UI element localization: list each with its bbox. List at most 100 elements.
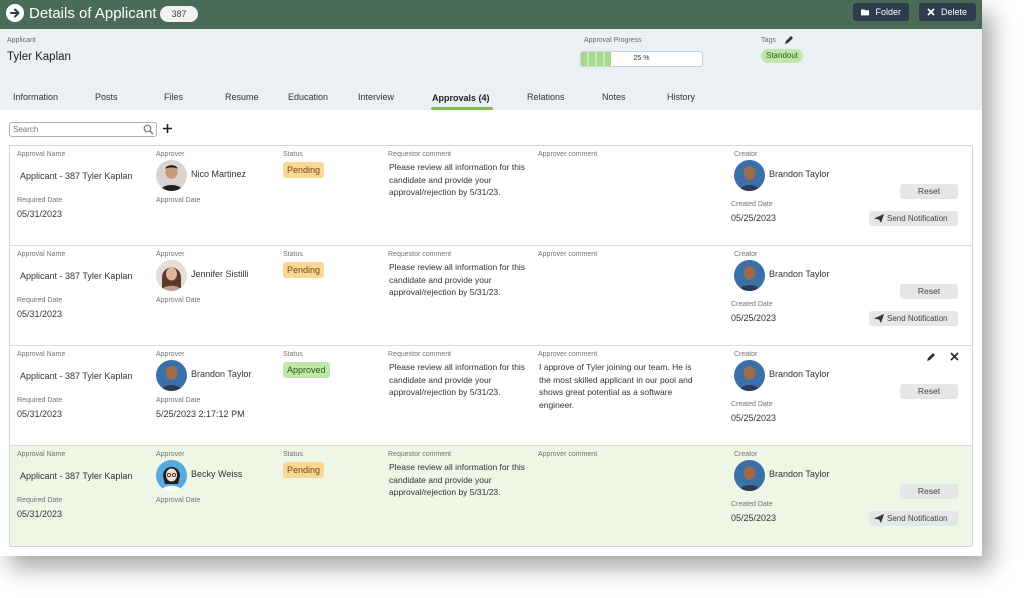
back-arrow-icon[interactable] — [6, 4, 24, 22]
created-date: 05/25/2023 — [731, 513, 777, 523]
approver-label: Approver — [156, 451, 185, 458]
delete-button-label: Delete — [941, 7, 968, 17]
progress-value: 25 % — [633, 55, 650, 62]
tab-relations[interactable]: Relations — [527, 92, 565, 102]
approval-progress-bar: 25 % — [580, 51, 703, 67]
send-notification-label: Send Notification — [887, 314, 948, 323]
avatar — [156, 160, 187, 191]
status-badge: Pending — [283, 462, 325, 478]
applicant-header: Applicant Tyler Kaplan Approval Progress… — [0, 29, 982, 110]
send-notification-button[interactable]: Send Notification — [869, 511, 958, 526]
status-label: Status — [283, 351, 303, 358]
send-notification-label: Send Notification — [887, 514, 948, 523]
approver-comment-label: Approver comment — [538, 151, 598, 158]
status-badge: Approved — [283, 362, 330, 378]
tab-education[interactable]: Education — [288, 92, 328, 102]
approver-comment-label: Approver comment — [538, 251, 598, 258]
requestor-comment: Please review all information for this c… — [389, 462, 526, 497]
pencil-icon[interactable] — [783, 34, 795, 46]
search-icon[interactable] — [143, 124, 154, 135]
tab-interview[interactable]: Interview — [358, 92, 394, 102]
tab-history[interactable]: History — [667, 92, 695, 102]
approval-date-label: Approval Date — [156, 397, 201, 404]
approval-date: 5/25/2023 2:17:12 PM — [156, 409, 245, 419]
creator-label: Creator — [734, 351, 758, 358]
approval-progress-label: Approval Progress — [584, 37, 642, 44]
paper-plane-icon — [874, 314, 884, 323]
creator-name: Brandon Taylor — [769, 369, 830, 379]
folder-button[interactable]: Folder — [853, 3, 909, 21]
approval-date-label: Approval Date — [156, 297, 201, 304]
creator-name: Brandon Taylor — [769, 269, 830, 279]
approver-name: Nico Martinez — [191, 169, 247, 179]
requestor-comment: Please review all information for this c… — [389, 262, 526, 297]
active-tab-indicator — [431, 107, 493, 110]
creator-name: Brandon Taylor — [769, 469, 830, 479]
close-icon — [927, 8, 935, 16]
reset-button[interactable]: Reset — [900, 384, 958, 399]
required-date: 05/31/2023 — [17, 209, 63, 219]
search-input[interactable] — [9, 122, 157, 137]
pencil-icon[interactable] — [926, 351, 937, 362]
avatar — [734, 460, 765, 491]
approval-card: Approval Name Applicant - 387 Tyler Kapl… — [10, 446, 972, 546]
approval-name-label: Approval Name — [17, 451, 66, 458]
folder-button-label: Folder — [875, 7, 901, 17]
approval-date-label: Approval Date — [156, 197, 201, 204]
requestor-comment: Please review all information for this c… — [389, 362, 526, 397]
approver-comment-label: Approver comment — [538, 451, 598, 458]
requestor-comment-label: Requestor comment — [388, 351, 452, 358]
tab-information[interactable]: Information — [13, 92, 58, 102]
approver-comment: I approve of Tyler joining our team. He … — [539, 362, 693, 410]
tag-standout[interactable]: Standout — [761, 49, 804, 63]
approver-name: Becky Weiss — [191, 469, 243, 479]
approval-date-label: Approval Date — [156, 497, 201, 504]
reset-button[interactable]: Reset — [900, 484, 958, 499]
applicant-name: Tyler Kaplan — [7, 51, 71, 63]
close-icon[interactable] — [949, 351, 960, 362]
applicant-id-badge: 387 — [160, 6, 198, 22]
tags-label: Tags — [761, 37, 776, 44]
avatar — [734, 360, 765, 391]
requestor-comment-label: Requestor comment — [388, 251, 452, 258]
created-date: 05/25/2023 — [731, 213, 777, 223]
required-date-label: Required Date — [17, 397, 63, 404]
status-label: Status — [283, 151, 303, 158]
creator-label: Creator — [734, 451, 758, 458]
creator-label: Creator — [734, 251, 758, 258]
required-date-label: Required Date — [17, 197, 63, 204]
status-label: Status — [283, 251, 303, 258]
required-date-label: Required Date — [17, 297, 63, 304]
paper-plane-icon — [874, 514, 884, 523]
required-date: 05/31/2023 — [17, 409, 63, 419]
tab-posts[interactable]: Posts — [95, 92, 118, 102]
reset-button[interactable]: Reset — [900, 184, 958, 199]
approval-name-label: Approval Name — [17, 251, 66, 258]
approval-name-label: Approval Name — [17, 151, 66, 158]
created-date-label: Created Date — [731, 501, 773, 508]
approver-name: Brandon Taylor — [191, 369, 252, 379]
tab-approvals[interactable]: Approvals (4) — [432, 93, 490, 103]
tab-files[interactable]: Files — [164, 92, 183, 102]
folder-icon — [861, 9, 870, 16]
send-notification-button[interactable]: Send Notification — [869, 211, 958, 226]
approval-card: Approval Name Applicant - 387 Tyler Kapl… — [10, 146, 972, 246]
tab-resume[interactable]: Resume — [225, 92, 259, 102]
reset-button[interactable]: Reset — [900, 284, 958, 299]
requestor-comment-label: Requestor comment — [388, 451, 452, 458]
required-date: 05/31/2023 — [17, 309, 63, 319]
avatar — [734, 260, 765, 291]
tab-notes[interactable]: Notes — [602, 92, 626, 102]
status-badge: Pending — [283, 262, 325, 278]
plus-icon[interactable] — [162, 122, 173, 135]
send-notification-button[interactable]: Send Notification — [869, 311, 958, 326]
approver-label: Approver — [156, 351, 185, 358]
approver-comment-label: Approver comment — [538, 351, 598, 358]
required-date-label: Required Date — [17, 497, 63, 504]
delete-button[interactable]: Delete — [919, 3, 976, 21]
applicant-details-window: Details of Applicant 387 Folder Delete A… — [0, 0, 982, 556]
status-label: Status — [283, 451, 303, 458]
creator-label: Creator — [734, 151, 758, 158]
approval-name: Applicant - 387 Tyler Kaplan — [20, 371, 133, 381]
requestor-comment-label: Requestor comment — [388, 151, 452, 158]
